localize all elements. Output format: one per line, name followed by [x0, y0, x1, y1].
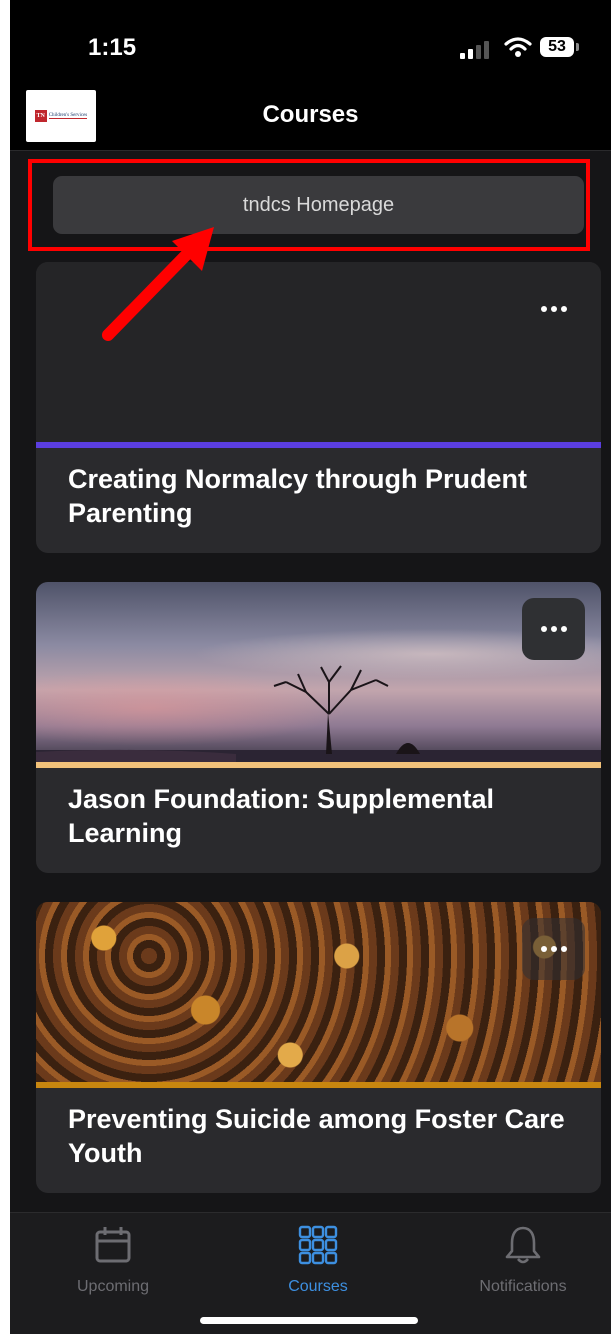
course-title: Jason Foundation: Supplemental Learning: [68, 784, 495, 848]
status-time: 1:15: [88, 34, 137, 61]
course-card[interactable]: Jason Foundation: Supplemental Learning: [36, 582, 601, 873]
course-accent-bar: [36, 442, 601, 448]
course-title: Creating Normalcy through Prudent Parent…: [68, 464, 528, 528]
course-card[interactable]: Preventing Suicide among Foster Care You…: [36, 902, 601, 1193]
ellipsis-icon: [540, 306, 547, 312]
calendar-icon: [95, 1227, 131, 1263]
bell-icon: [505, 1226, 541, 1264]
page-title: Courses: [262, 101, 359, 128]
annotation-arrow-icon: [102, 227, 214, 341]
nav-header: TN Children's Services Courses: [10, 88, 611, 151]
tab-courses[interactable]: Courses: [228, 1225, 408, 1296]
ellipsis-icon: [540, 946, 547, 952]
cellular-signal-icon: [460, 41, 494, 59]
status-bar: 1:15 53: [10, 0, 611, 88]
home-indicator: [200, 1317, 418, 1324]
more-options-button[interactable]: [522, 918, 585, 980]
more-options-button[interactable]: [522, 598, 585, 660]
course-title: Preventing Suicide among Foster Care You…: [68, 1104, 565, 1168]
wifi-icon: [504, 36, 532, 63]
tab-label: Upcoming: [76, 1278, 150, 1295]
tab-notifications[interactable]: Notifications: [433, 1225, 611, 1296]
tab-label: Courses: [288, 1278, 348, 1295]
tree-silhouette: [36, 665, 601, 762]
ellipsis-icon: [540, 626, 547, 632]
tab-bar: Upcoming Courses Notifications: [10, 1212, 611, 1334]
course-banner-image: [36, 582, 601, 762]
grid-icon: [298, 1225, 338, 1265]
course-accent-bar: [36, 1082, 601, 1088]
course-banner-image: [36, 902, 601, 1082]
tab-upcoming[interactable]: Upcoming: [23, 1225, 203, 1296]
course-accent-bar: [36, 762, 601, 768]
tab-label: Notifications: [479, 1278, 567, 1295]
more-options-button[interactable]: [522, 278, 585, 340]
battery-indicator: 53: [540, 37, 579, 57]
